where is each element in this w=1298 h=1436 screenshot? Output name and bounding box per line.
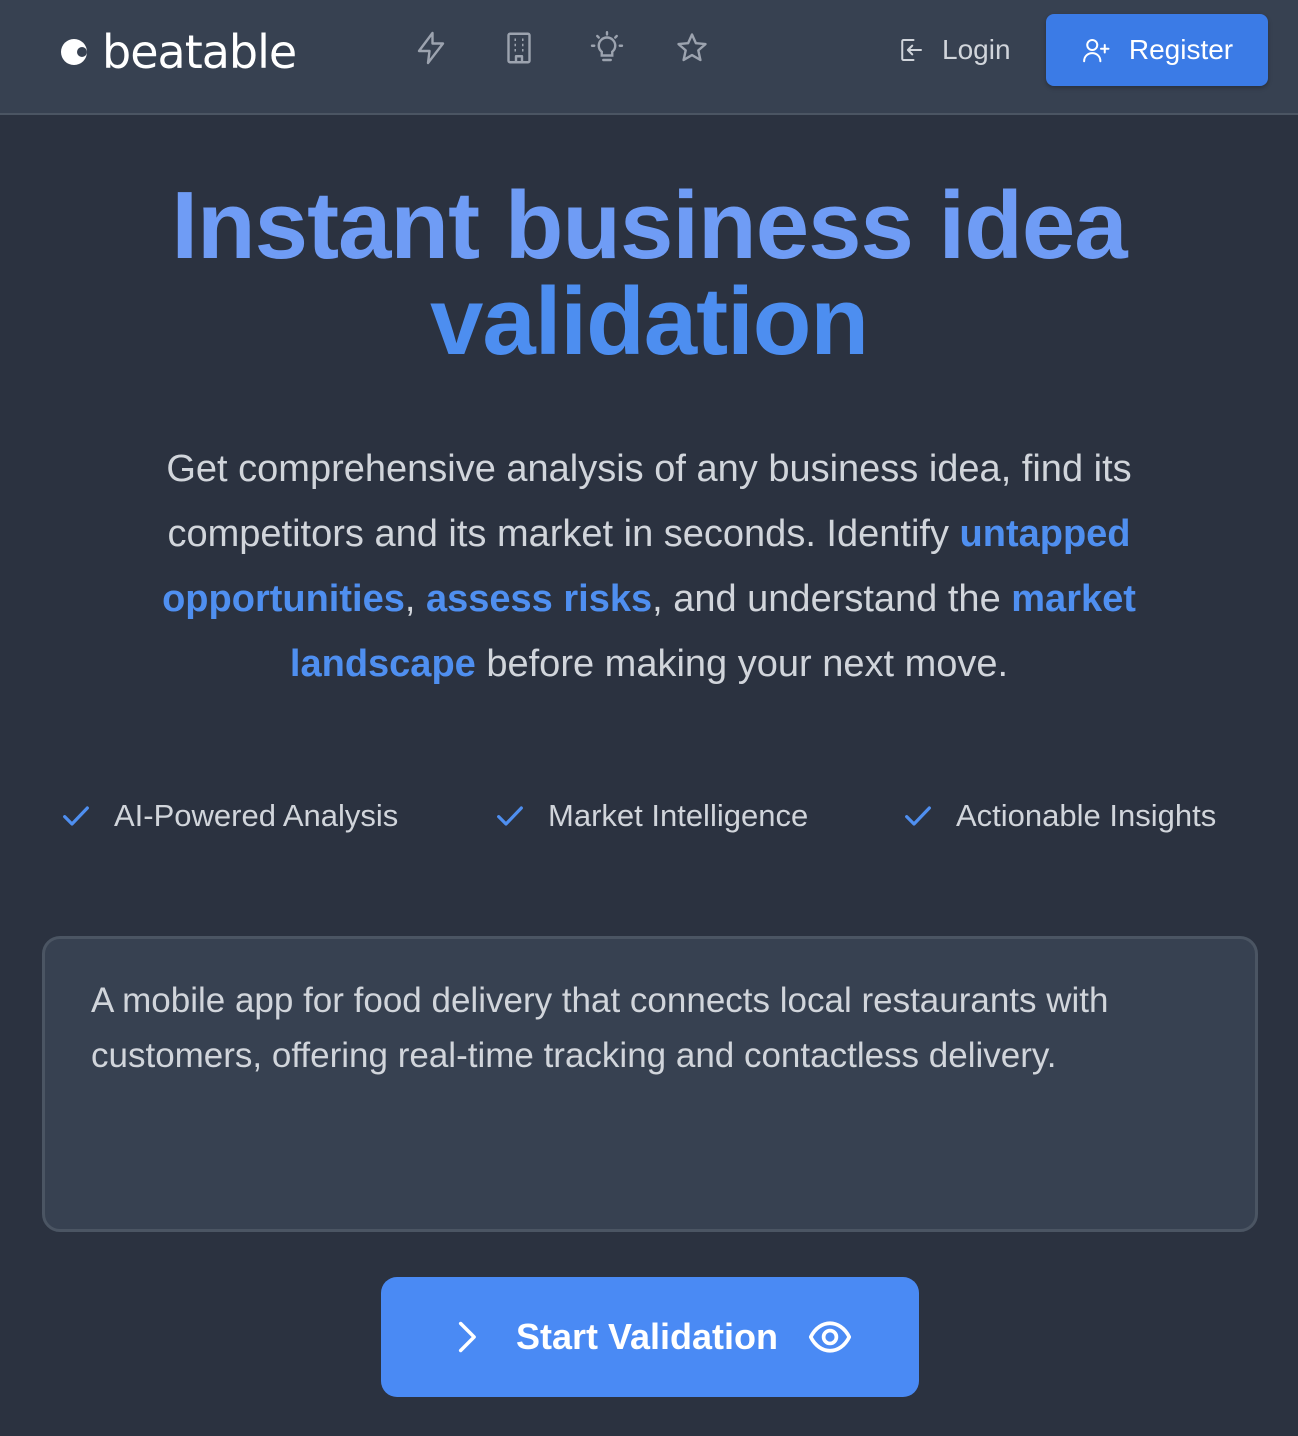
hero-title-line2: validation — [429, 268, 869, 375]
feature-label: Market Intelligence — [548, 798, 809, 833]
description-text-3: before making your next move. — [475, 643, 1009, 685]
lightbulb-icon[interactable] — [585, 26, 629, 70]
start-validation-label: Start Validation — [515, 1316, 779, 1357]
check-icon — [63, 806, 89, 826]
register-label: Register — [1128, 34, 1234, 65]
brand-name: beatable — [102, 25, 297, 79]
brand-logo[interactable]: beatable — [60, 25, 297, 79]
star-icon[interactable] — [670, 26, 714, 70]
feature-item: Market Intelligence — [494, 790, 808, 842]
feature-list: AI-Powered Analysis Market Intelligence … — [0, 790, 1298, 842]
feature-item: Actionable Insights — [902, 790, 1216, 842]
description-separator: , — [404, 578, 426, 620]
login-icon — [901, 39, 922, 61]
feature-item: AI-Powered Analysis — [60, 790, 398, 842]
hero-description: Get comprehensive analysis of any busine… — [90, 437, 1208, 697]
bolt-icon[interactable] — [409, 26, 453, 70]
navbar: beatable Login Register — [0, 0, 1298, 115]
user-plus-icon — [1082, 39, 1110, 63]
building-icon[interactable] — [497, 26, 541, 70]
business-idea-input[interactable]: A mobile app for food delivery that conn… — [42, 936, 1258, 1232]
highlight-assess-risks: assess risks — [425, 578, 653, 620]
login-link[interactable]: Login — [896, 26, 1011, 74]
register-button[interactable]: Register — [1046, 14, 1268, 86]
feature-label: AI-Powered Analysis — [114, 798, 399, 833]
feature-label: Actionable Insights — [956, 798, 1217, 833]
hero-title: Instant business idea validation — [0, 178, 1298, 370]
check-icon — [905, 806, 931, 826]
description-text-2: , and understand the — [652, 578, 1012, 620]
start-validation-button[interactable]: Start Validation — [381, 1277, 919, 1397]
check-icon — [497, 806, 523, 826]
logo-mark-icon — [61, 39, 87, 65]
login-label: Login — [942, 34, 1011, 65]
eye-icon — [808, 1321, 852, 1353]
hero-title-line1: Instant business idea — [171, 172, 1127, 279]
chevron-right-icon — [458, 1321, 476, 1353]
